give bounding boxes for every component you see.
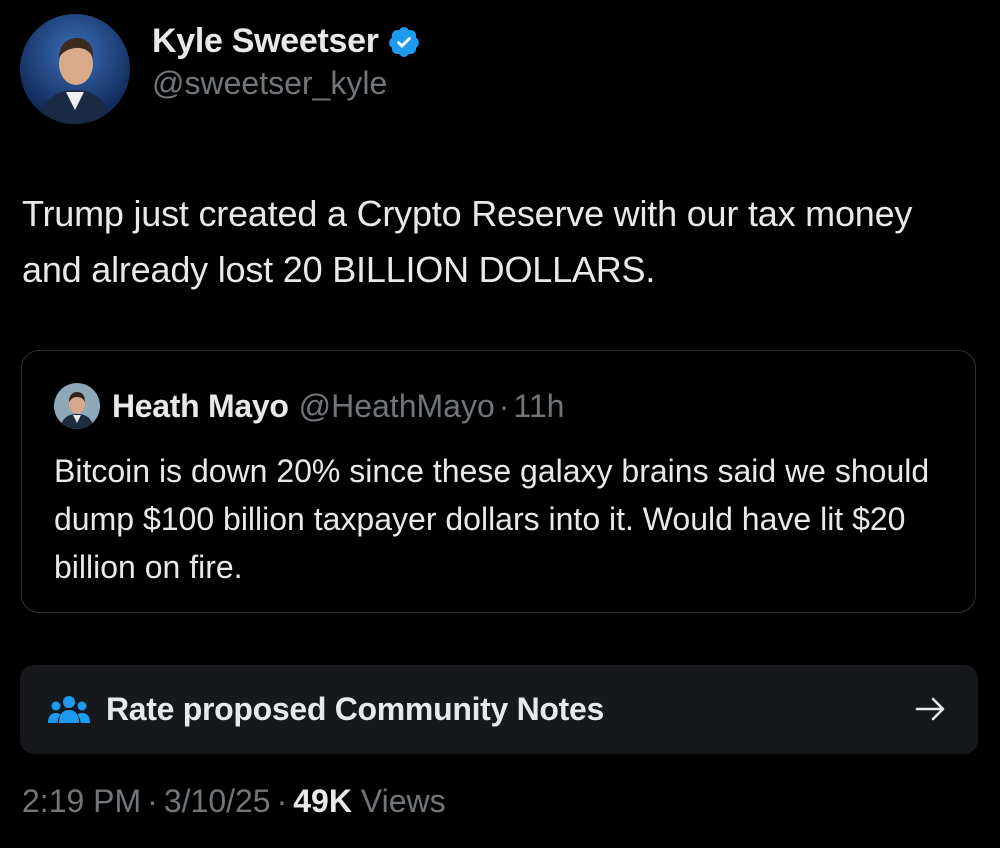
tweet-metadata: 2:19 PM · 3/10/25 · 49K Views <box>22 783 446 820</box>
arrow-right-icon <box>914 692 948 726</box>
rate-community-notes-button[interactable]: Rate proposed Community Notes <box>20 665 978 754</box>
quoted-tweet-header: Heath Mayo @HeathMayo · 11h <box>54 383 564 429</box>
quoted-author-avatar[interactable] <box>54 383 100 429</box>
separator-dot: · <box>276 783 288 819</box>
tweet-text: Trump just created a Crypto Reserve with… <box>22 193 913 290</box>
tweet-time[interactable]: 2:19 PM <box>22 783 141 819</box>
tweet-date[interactable]: 3/10/25 <box>164 783 271 819</box>
author-header[interactable]: Kyle Sweetser @sweetser_kyle <box>20 14 421 124</box>
author-avatar[interactable] <box>20 14 130 124</box>
people-icon <box>48 693 90 727</box>
quoted-tweet-card[interactable]: Heath Mayo @HeathMayo · 11h Bitcoin is d… <box>21 350 976 613</box>
community-notes-label: Rate proposed Community Notes <box>106 691 605 727</box>
quoted-author-display-name[interactable]: Heath Mayo <box>112 388 289 425</box>
author-display-name[interactable]: Kyle Sweetser <box>152 22 379 61</box>
separator-dot: · <box>498 387 510 424</box>
views-count[interactable]: 49K <box>293 783 352 819</box>
verified-badge-icon <box>387 25 421 59</box>
quoted-author-handle[interactable]: @HeathMayo <box>299 388 495 425</box>
views-label[interactable]: Views <box>361 783 446 819</box>
quoted-tweet-time[interactable]: 11h <box>513 388 564 425</box>
separator-dot: · <box>147 783 158 819</box>
quoted-tweet-text: Bitcoin is down 20% since these galaxy b… <box>54 453 930 585</box>
author-handle[interactable]: @sweetser_kyle <box>152 65 421 102</box>
